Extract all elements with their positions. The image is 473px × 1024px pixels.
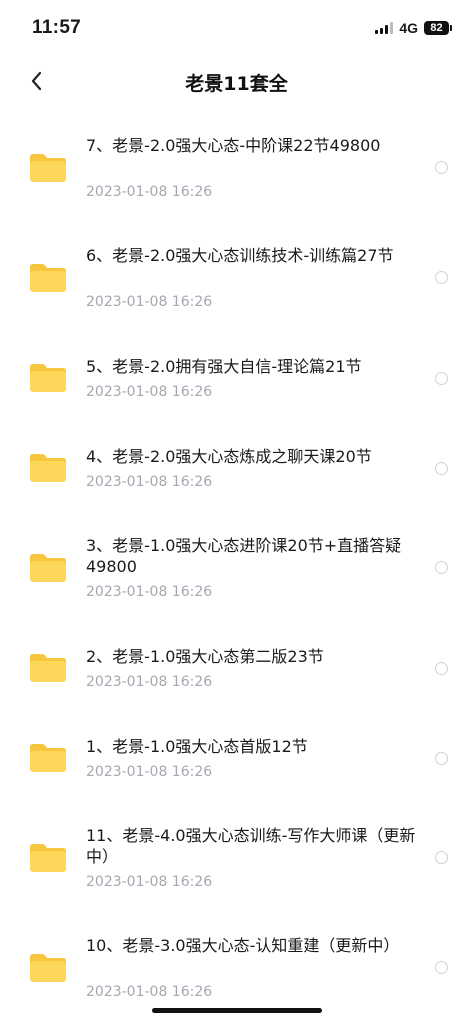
file-date: 2023-01-08 16:26 [86, 184, 213, 200]
status-time: 11:57 [32, 17, 82, 38]
file-date: 2023-01-08 16:26 [86, 584, 213, 600]
file-name: 6、老景-2.0强大心态训练技术-训练篇27节 [86, 246, 394, 265]
page-title: 老景11套全 [185, 73, 288, 95]
file-date: 2023-01-08 16:26 [86, 474, 213, 490]
nav-bar: 老景11套全 [0, 60, 473, 106]
file-name: 11、老景-4.0强大心态训练-写作大师课（更新中） [86, 826, 416, 866]
select-radio-button[interactable] [435, 561, 448, 574]
folder-icon [28, 652, 68, 684]
file-name: 1、老景-1.0强大心态首版12节 [86, 737, 308, 756]
select-radio-button[interactable] [435, 161, 448, 174]
select-radio-button[interactable] [435, 372, 448, 385]
select-radio-button[interactable] [435, 752, 448, 765]
file-name: 3、老景-1.0强大心态进阶课20节+直播答疑49800 [86, 536, 402, 576]
file-name: 5、老景-2.0拥有强大自信-理论篇21节 [86, 357, 362, 376]
folder-icon [28, 952, 68, 984]
cellular-signal-icon [375, 22, 394, 34]
select-radio-button[interactable] [435, 851, 448, 864]
folder-icon [28, 262, 68, 294]
select-radio-button[interactable] [435, 462, 448, 475]
select-radio-button[interactable] [435, 961, 448, 974]
file-date: 2023-01-08 16:26 [86, 874, 213, 890]
network-type: 4G [399, 20, 418, 36]
folder-icon [28, 842, 68, 874]
status-bar: 11:57 4G 82 [0, 0, 473, 56]
folder-icon [28, 552, 68, 584]
select-radio-button[interactable] [435, 662, 448, 675]
home-indicator [152, 1008, 322, 1013]
file-date: 2023-01-08 16:26 [86, 384, 213, 400]
folder-icon [28, 452, 68, 484]
file-name: 4、老景-2.0强大心态炼成之聊天课20节 [86, 447, 372, 466]
file-name: 10、老景-3.0强大心态-认知重建（更新中） [86, 936, 400, 955]
file-date: 2023-01-08 16:26 [86, 764, 213, 780]
file-name: 7、老景-2.0强大心态-中阶课22节49800 [86, 136, 381, 155]
select-radio-button[interactable] [435, 271, 448, 284]
folder-icon [28, 742, 68, 774]
folder-icon [28, 362, 68, 394]
file-name: 2、老景-1.0强大心态第二版23节 [86, 647, 324, 666]
file-date: 2023-01-08 16:26 [86, 674, 213, 690]
file-date: 2023-01-08 16:26 [86, 984, 213, 1000]
file-date: 2023-01-08 16:26 [86, 294, 213, 310]
battery-icon: 82 [424, 21, 452, 35]
folder-icon [28, 152, 68, 184]
status-indicators: 4G 82 [375, 20, 452, 36]
